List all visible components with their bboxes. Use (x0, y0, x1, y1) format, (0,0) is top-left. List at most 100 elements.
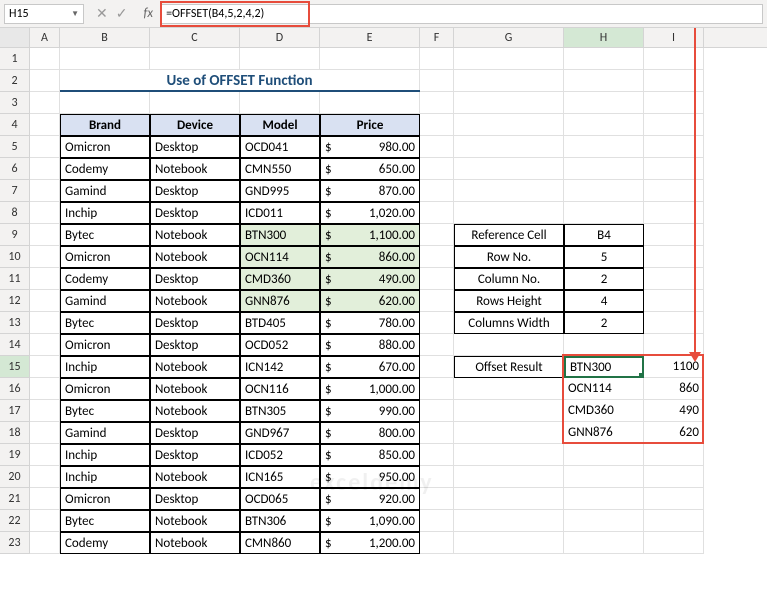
table-cell-device[interactable]: Notebook (150, 532, 240, 554)
table-cell-price[interactable]: $990.00 (320, 400, 420, 422)
row-header-23[interactable]: 23 (0, 532, 29, 554)
row-header-7[interactable]: 7 (0, 180, 29, 202)
col-header-I[interactable]: I (644, 28, 704, 47)
ref-value[interactable]: 4 (564, 290, 644, 312)
row-header-21[interactable]: 21 (0, 488, 29, 510)
row-header-22[interactable]: 22 (0, 510, 29, 532)
table-cell-model[interactable]: BTN305 (240, 400, 320, 422)
table-cell-model[interactable]: ICD052 (240, 444, 320, 466)
ref-label[interactable]: Columns Width (454, 312, 564, 334)
table-cell-device[interactable]: Notebook (150, 158, 240, 180)
table-cell-price[interactable]: $1,200.00 (320, 532, 420, 554)
table-cell-device[interactable]: Desktop (150, 312, 240, 334)
row-header-15[interactable]: 15 (0, 356, 29, 378)
table-cell-brand[interactable]: Inchip (60, 466, 150, 488)
formula-bar[interactable]: =OFFSET(B4,5,2,4,2) (161, 4, 763, 24)
col-header-E[interactable]: E (320, 28, 420, 47)
table-cell-model[interactable]: CMD360 (240, 268, 320, 290)
table-cell-price[interactable]: $920.00 (320, 488, 420, 510)
row-header-16[interactable]: 16 (0, 378, 29, 400)
table-cell-device[interactable]: Notebook (150, 290, 240, 312)
row-header-18[interactable]: 18 (0, 422, 29, 444)
table-cell-brand[interactable]: Inchip (60, 444, 150, 466)
table-cell-brand[interactable]: Codemy (60, 158, 150, 180)
table-cell-brand[interactable]: Codemy (60, 268, 150, 290)
table-cell-model[interactable]: BTN306 (240, 510, 320, 532)
table-cell-model[interactable]: ICD011 (240, 202, 320, 224)
row-header-20[interactable]: 20 (0, 466, 29, 488)
table-cell-brand[interactable]: Bytec (60, 312, 150, 334)
table-cell-price[interactable]: $620.00 (320, 290, 420, 312)
table-cell-device[interactable]: Notebook (150, 466, 240, 488)
row-header-17[interactable]: 17 (0, 400, 29, 422)
row-header-6[interactable]: 6 (0, 158, 29, 180)
table-cell-price[interactable]: $870.00 (320, 180, 420, 202)
table-cell-device[interactable]: Notebook (150, 246, 240, 268)
table-cell-model[interactable]: ICN165 (240, 466, 320, 488)
table-cell-device[interactable]: Desktop (150, 444, 240, 466)
table-cell-brand[interactable]: Omicron (60, 334, 150, 356)
table-cell-model[interactable]: OCD041 (240, 136, 320, 158)
table-cell-price[interactable]: $1,020.00 (320, 202, 420, 224)
col-header-D[interactable]: D (240, 28, 320, 47)
table-cell-brand[interactable]: Inchip (60, 202, 150, 224)
table-cell-brand[interactable]: Inchip (60, 356, 150, 378)
name-box[interactable]: H15 ▼ (4, 4, 84, 24)
table-cell-device[interactable]: Desktop (150, 202, 240, 224)
ref-label[interactable]: Reference Cell (454, 224, 564, 246)
table-cell-brand[interactable]: Gamind (60, 180, 150, 202)
table-cell-price[interactable]: $980.00 (320, 136, 420, 158)
row-header-11[interactable]: 11 (0, 268, 29, 290)
table-cell-price[interactable]: $490.00 (320, 268, 420, 290)
table-cell-device[interactable]: Desktop (150, 422, 240, 444)
table-cell-device[interactable]: Notebook (150, 400, 240, 422)
table-cell-device[interactable]: Notebook (150, 378, 240, 400)
table-cell-brand[interactable]: Omicron (60, 136, 150, 158)
table-cell-brand[interactable]: Bytec (60, 510, 150, 532)
table-cell-price[interactable]: $880.00 (320, 334, 420, 356)
row-header-14[interactable]: 14 (0, 334, 29, 356)
table-cell-price[interactable]: $670.00 (320, 356, 420, 378)
table-cell-price[interactable]: $850.00 (320, 444, 420, 466)
row-header-1[interactable]: 1 (0, 48, 29, 70)
cancel-icon[interactable]: ✕ (96, 5, 108, 22)
row-header-3[interactable]: 3 (0, 92, 29, 114)
table-cell-device[interactable]: Desktop (150, 136, 240, 158)
row-header-12[interactable]: 12 (0, 290, 29, 312)
offset-result-price[interactable]: 620 (644, 422, 704, 444)
offset-result-model[interactable]: CMD360 (564, 400, 644, 422)
table-cell-price[interactable]: $1,000.00 (320, 378, 420, 400)
offset-result-label[interactable]: Offset Result (454, 356, 564, 378)
row-header-5[interactable]: 5 (0, 136, 29, 158)
table-cell-brand[interactable]: Codemy (60, 532, 150, 554)
table-cell-price[interactable]: $950.00 (320, 466, 420, 488)
table-cell-model[interactable]: CMN550 (240, 158, 320, 180)
table-cell-price[interactable]: $1,090.00 (320, 510, 420, 532)
table-cell-model[interactable]: OCN116 (240, 378, 320, 400)
table-cell-device[interactable]: Notebook (150, 224, 240, 246)
select-all-corner[interactable] (0, 28, 30, 47)
table-cell-brand[interactable]: Omicron (60, 246, 150, 268)
offset-result-model[interactable]: BTN300 (564, 356, 644, 378)
fx-icon[interactable]: fx (139, 6, 157, 21)
table-cell-device[interactable]: Desktop (150, 334, 240, 356)
table-cell-brand[interactable]: Omicron (60, 488, 150, 510)
ref-value[interactable]: 2 (564, 312, 644, 334)
col-header-A[interactable]: A (30, 28, 60, 47)
row-header-13[interactable]: 13 (0, 312, 29, 334)
table-cell-model[interactable]: OCD065 (240, 488, 320, 510)
ref-value[interactable]: B4 (564, 224, 644, 246)
table-cell-brand[interactable]: Omicron (60, 378, 150, 400)
table-cell-price[interactable]: $650.00 (320, 158, 420, 180)
table-cell-device[interactable]: Desktop (150, 268, 240, 290)
row-header-4[interactable]: 4 (0, 114, 29, 136)
ref-value[interactable]: 5 (564, 246, 644, 268)
fill-handle[interactable] (639, 373, 644, 378)
col-header-G[interactable]: G (454, 28, 564, 47)
table-cell-model[interactable]: BTN300 (240, 224, 320, 246)
table-cell-price[interactable]: $780.00 (320, 312, 420, 334)
table-cell-price[interactable]: $860.00 (320, 246, 420, 268)
table-cell-model[interactable]: OCN114 (240, 246, 320, 268)
enter-icon[interactable]: ✓ (116, 5, 128, 22)
table-cell-brand[interactable]: Gamind (60, 290, 150, 312)
